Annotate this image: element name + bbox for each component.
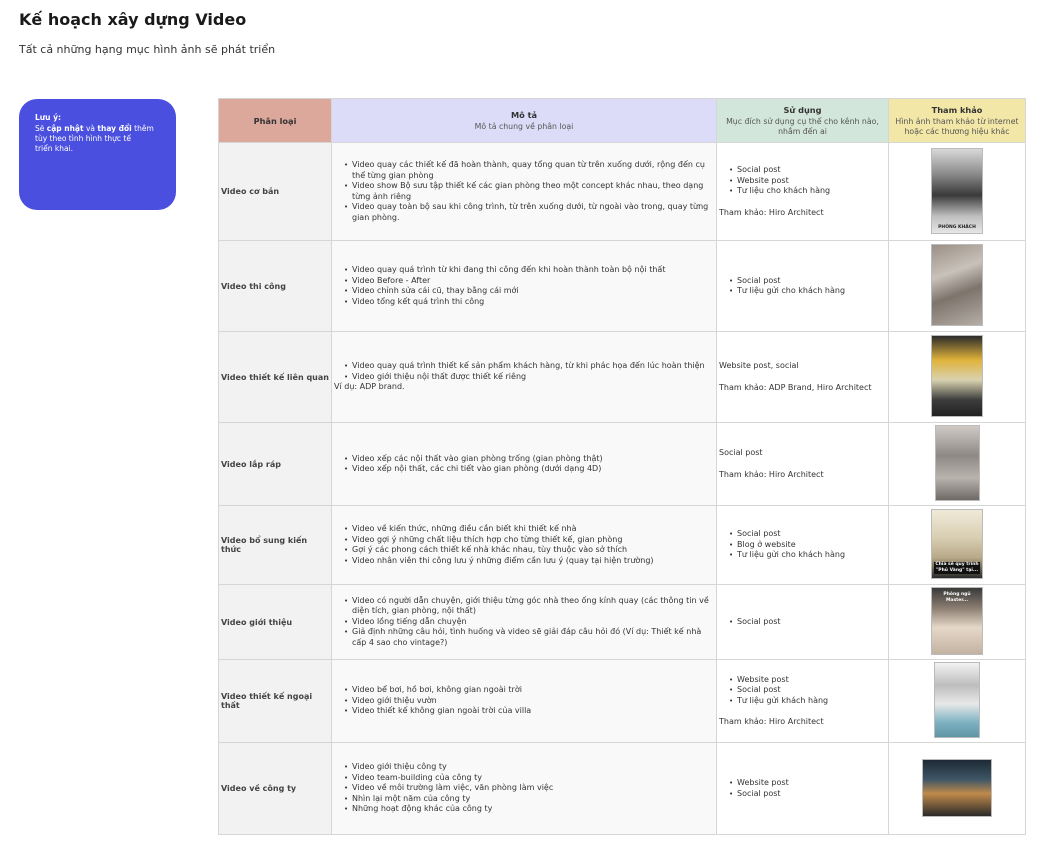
reference-thumbnail[interactable]: [922, 758, 992, 817]
reference-cell: [888, 742, 1026, 835]
reference-cell: Phòng ngủ Master...: [888, 584, 1026, 660]
reference-cell: [888, 659, 1026, 743]
category-cell: Video bổ sung kiến thức: [218, 505, 332, 585]
usage-cell: Website post Social post: [716, 742, 889, 835]
table-row: Video về công ty Video giới thiệu công t…: [218, 742, 1026, 835]
reference-cell: Chia sẻ quy trình "Phủ Vàng" tại...: [888, 505, 1026, 585]
description-cell: Video xếp các nội thất vào gian phòng tr…: [331, 422, 717, 506]
header-category: Phân loại: [218, 98, 332, 143]
reference-cell: [888, 422, 1026, 506]
usage-cell: Website post, social Tham khảo: ADP Bran…: [716, 331, 889, 423]
reference-cell: PHÒNG KHÁCH: [888, 142, 1026, 241]
table-row: Video thiết kế ngoại thất Video bể bơi, …: [218, 659, 1026, 743]
table-row: Video lắp ráp Video xếp các nội thất vào…: [218, 422, 1026, 506]
usage-cell: Social post Tư liệu gửi cho khách hàng: [716, 240, 889, 332]
usage-cell: Website post Social post Tư liệu gửi khá…: [716, 659, 889, 743]
category-cell: Video lắp ráp: [218, 422, 332, 506]
table-row: Video bổ sung kiến thức Video về kiến th…: [218, 505, 1026, 585]
header-description: Mô tả Mô tả chung về phân loại: [331, 98, 717, 143]
table-row: Video cơ bản Video quay các thiết kế đã …: [218, 142, 1026, 241]
category-cell: Video thi công: [218, 240, 332, 332]
category-cell: Video về công ty: [218, 742, 332, 835]
usage-cell: Social post Tham khảo: Hiro Architect: [716, 422, 889, 506]
header-reference: Tham khảo Hình ảnh tham khảo từ internet …: [888, 98, 1026, 143]
description-cell: Video quay quá trình từ khi đang thi côn…: [331, 240, 717, 332]
description-cell: Video quay quá trình thiết kế sản phẩm k…: [331, 331, 717, 423]
note-body: Sẽ cập nhật và thay đổi thêm tùy theo tì…: [35, 124, 154, 153]
reference-thumbnail[interactable]: Chia sẻ quy trình "Phủ Vàng" tại...: [931, 509, 983, 579]
description-cell: Video về kiến thức, những điều cần biết …: [331, 505, 717, 585]
category-cell: Video thiết kế ngoại thất: [218, 659, 332, 743]
note-card: Lưu ý: Sẽ cập nhật và thay đổi thêm tùy …: [19, 99, 176, 210]
reference-cell: [888, 240, 1026, 332]
description-cell: Video quay các thiết kế đã hoàn thành, q…: [331, 142, 717, 241]
usage-cell: Social post: [716, 584, 889, 660]
table-header-row: Phân loại Mô tả Mô tả chung về phân loại …: [218, 98, 1026, 143]
table-row: Video thi công Video quay quá trình từ k…: [218, 240, 1026, 332]
table-row: Video thiết kế liên quan Video quay quá …: [218, 331, 1026, 423]
category-cell: Video giới thiệu: [218, 584, 332, 660]
description-cell: Video có người dẫn chuyện, giới thiệu từ…: [331, 584, 717, 660]
reference-thumbnail[interactable]: [931, 244, 983, 326]
reference-thumbnail[interactable]: [934, 425, 980, 501]
reference-thumbnail[interactable]: [931, 335, 983, 417]
video-plan-table: Phân loại Mô tả Mô tả chung về phân loại …: [218, 98, 1026, 835]
reference-thumbnail[interactable]: Phòng ngủ Master...: [931, 587, 983, 655]
page-subtitle: Tất cả những hạng mục hình ảnh sẽ phát t…: [19, 43, 276, 56]
reference-thumbnail[interactable]: PHÒNG KHÁCH: [931, 147, 983, 234]
reference-cell: [888, 331, 1026, 423]
description-cell: Video bể bơi, hồ bơi, không gian ngoài t…: [331, 659, 717, 743]
reference-thumbnail[interactable]: [934, 662, 980, 738]
category-cell: Video thiết kế liên quan: [218, 331, 332, 423]
page-title: Kế hoạch xây dựng Video: [19, 10, 247, 29]
table-row: Video giới thiệu Video có người dẫn chuy…: [218, 584, 1026, 660]
usage-cell: Social post Website post Tư liệu cho khá…: [716, 142, 889, 241]
description-cell: Video giới thiệu công ty Video team-buil…: [331, 742, 717, 835]
category-cell: Video cơ bản: [218, 142, 332, 241]
note-title: Lưu ý:: [35, 113, 61, 122]
usage-cell: Social post Blog ở website Tư liệu gửi c…: [716, 505, 889, 585]
header-usage: Sử dụng Mục đích sử dụng cụ thể cho kênh …: [716, 98, 889, 143]
